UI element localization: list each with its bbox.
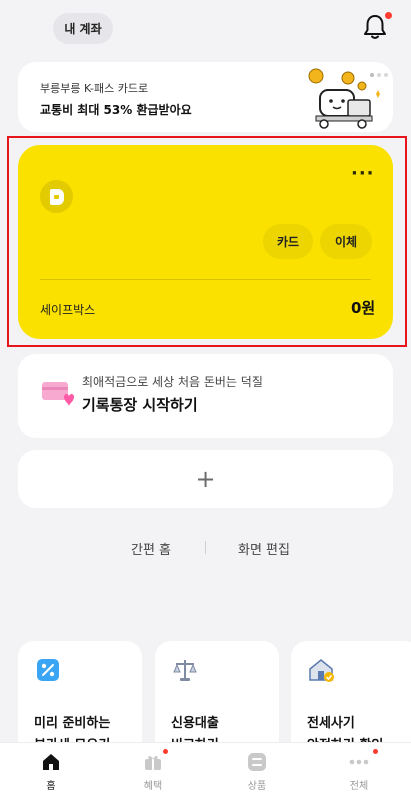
nav-benefit[interactable]: 혜택 xyxy=(113,743,193,800)
carousel-indicator xyxy=(370,73,388,77)
nav-products-label: 상품 xyxy=(247,781,267,792)
top-bar: 내 계좌 xyxy=(0,0,411,58)
promo-title: 교통비 최대 53% 환급받아요 xyxy=(40,103,192,117)
bell-icon[interactable] xyxy=(362,13,388,41)
promo-subtitle: 부릉부릉 K-패스 카드로 xyxy=(40,82,149,95)
home-links: 간편 홈 화면 편집 xyxy=(0,537,411,559)
gift-icon xyxy=(145,755,161,770)
promo-banner[interactable]: 부릉부릉 K-패스 카드로 교통비 최대 53% 환급받아요 xyxy=(18,62,393,132)
nav-products[interactable]: 상품 xyxy=(217,743,297,800)
nav-all-label: 전체 xyxy=(349,781,369,792)
link-divider xyxy=(205,541,206,554)
nav-all[interactable]: 전체 xyxy=(319,743,399,800)
all-notification-dot xyxy=(373,749,378,754)
plus-icon: + xyxy=(195,465,216,493)
more-dots-icon xyxy=(349,759,369,765)
savings-banner[interactable]: 최애적금으로 세상 처음 돈버는 덕질 기록통장 시작하기 xyxy=(18,354,393,438)
notification-dot xyxy=(385,12,392,19)
savings-title: 기록통장 시작하기 xyxy=(82,396,198,414)
products-icon xyxy=(248,753,266,771)
simple-home-link[interactable]: 간편 홈 xyxy=(131,539,171,558)
house-check-icon xyxy=(309,659,334,682)
benefit-notification-dot xyxy=(163,749,168,754)
my-account-tab[interactable]: 내 계좌 xyxy=(53,13,113,44)
nav-home[interactable]: 홈 xyxy=(11,743,91,800)
nav-home-label: 홈 xyxy=(46,781,56,792)
edit-screen-link[interactable]: 화면 편집 xyxy=(238,539,290,558)
highlight-frame xyxy=(7,136,407,347)
home-icon xyxy=(43,754,59,770)
bottom-navigation: 홈 혜택 상품 전체 xyxy=(0,742,411,800)
add-item-button[interactable]: + xyxy=(18,450,393,508)
percent-icon xyxy=(37,659,59,681)
savings-subtitle: 최애적금으로 세상 처음 돈버는 덕질 xyxy=(82,375,263,389)
savings-card-icon xyxy=(42,382,74,406)
scale-icon xyxy=(173,660,197,681)
nav-benefit-label: 혜택 xyxy=(143,781,163,792)
